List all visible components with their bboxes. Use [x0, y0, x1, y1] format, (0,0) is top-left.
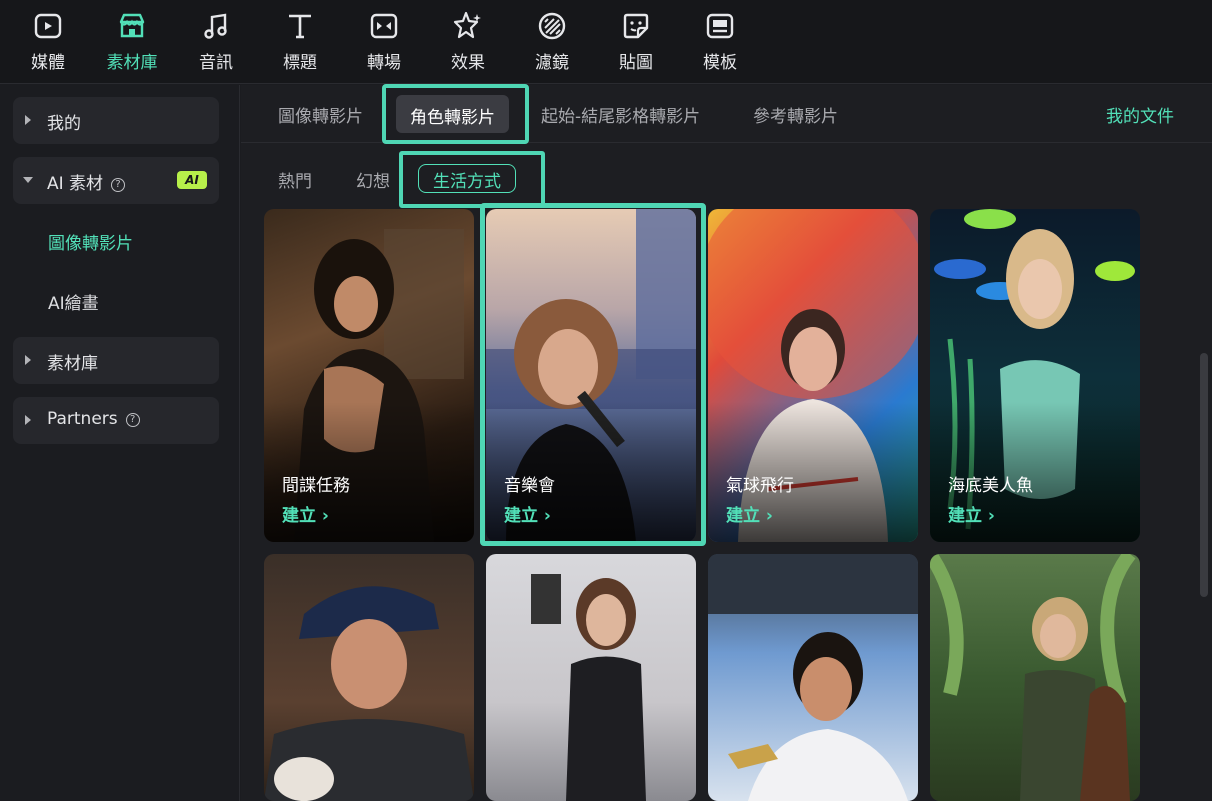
sidebar-subitem-image-to-video[interactable]: 圖像轉影片 — [48, 229, 133, 254]
toolbar-label: 音訊 — [199, 53, 233, 73]
toolbar-effects[interactable]: 效果 — [438, 10, 498, 76]
toolbar-label: 媒體 — [31, 53, 65, 73]
tab-start-end-frame[interactable]: 起始-結尾影格轉影片 — [541, 102, 700, 127]
sidebar-item-label: AI 素材 — [47, 174, 104, 194]
help-icon[interactable]: ? — [111, 178, 126, 192]
create-button[interactable]: 建立 › — [282, 501, 329, 526]
toolbar-label: 標題 — [283, 53, 317, 73]
chevron-right-icon — [25, 415, 31, 425]
sidebar-item-library[interactable]: 素材庫 — [13, 337, 219, 384]
sidebar-item-label-wrap: Partners? — [47, 409, 140, 429]
filter-fantasy[interactable]: 幻想 — [356, 167, 390, 192]
category-tabs: 圖像轉影片 角色轉影片 起始-結尾影格轉影片 參考轉影片 我的文件 — [241, 84, 1212, 144]
text-title-icon — [289, 14, 311, 39]
filter-bar: 熱門 幻想 生活方式 — [241, 151, 1212, 208]
template-card[interactable]: 音樂會 建立 › — [486, 209, 696, 542]
toolbar-titles[interactable]: 標題 — [270, 10, 330, 76]
template-card[interactable]: 海底美人魚 建立 › — [930, 209, 1140, 542]
transition-icon — [370, 13, 398, 39]
template-card[interactable]: 氣球飛行 建立 › — [708, 209, 918, 542]
toolbar-stickers[interactable]: 貼圖 — [606, 10, 666, 76]
card-thumbnail — [930, 554, 1136, 801]
sidebar-item-partners[interactable]: Partners? — [13, 397, 219, 444]
filter-lifestyle[interactable]: 生活方式 — [418, 164, 516, 193]
chevron-right-icon — [25, 355, 31, 365]
template-card[interactable] — [264, 554, 474, 801]
tab-image-to-video[interactable]: 圖像轉影片 — [278, 102, 363, 127]
toolbar-audio[interactable]: 音訊 — [186, 10, 246, 76]
filter-icon — [538, 12, 566, 40]
sidebar-subitem-ai-painting[interactable]: AI繪畫 — [48, 289, 99, 314]
create-button[interactable]: 建立 › — [726, 501, 773, 526]
toolbar-label: 轉場 — [367, 53, 401, 73]
filter-popular[interactable]: 熱門 — [278, 167, 312, 192]
toolbar-label: 素材庫 — [106, 53, 158, 73]
toolbar-label: 效果 — [451, 53, 485, 73]
main-panel: 圖像轉影片 角色轉影片 起始-結尾影格轉影片 參考轉影片 我的文件 熱門 幻想 … — [241, 84, 1212, 801]
card-title: 間諜任務 — [282, 476, 350, 496]
card-thumbnail — [708, 554, 918, 801]
my-documents-link[interactable]: 我的文件 — [1106, 102, 1174, 127]
sticker-icon — [623, 13, 649, 39]
toolbar-filters[interactable]: 濾鏡 — [522, 10, 582, 76]
chevron-right-icon — [25, 115, 31, 125]
store-icon — [119, 13, 145, 38]
template-card[interactable] — [708, 554, 918, 801]
sidebar-item-label-wrap: AI 素材? — [47, 169, 126, 194]
sidebar-item-label: 我的 — [47, 114, 81, 134]
template-icon — [706, 13, 734, 39]
toolbar-transitions[interactable]: 轉場 — [354, 10, 414, 76]
toolbar-store[interactable]: 素材庫 — [102, 10, 162, 76]
sidebar-item-label: 素材庫 — [47, 354, 98, 374]
toolbar-label: 貼圖 — [619, 53, 653, 73]
create-button[interactable]: 建立 › — [504, 501, 551, 526]
top-toolbar: 媒體 素材庫 音訊 標題 轉場 效果 濾鏡 貼圖 模板 — [0, 0, 1212, 84]
music-note-icon — [204, 13, 227, 39]
media-icon — [34, 13, 62, 39]
toolbar-media[interactable]: 媒體 — [18, 10, 78, 76]
tab-reference-to-video[interactable]: 參考轉影片 — [753, 102, 838, 127]
chevron-down-icon — [23, 177, 33, 183]
create-button[interactable]: 建立 › — [948, 501, 995, 526]
ai-badge: AI — [177, 171, 207, 189]
card-title: 音樂會 — [504, 476, 555, 496]
toolbar-templates[interactable]: 模板 — [690, 10, 750, 76]
tab-character-to-video[interactable]: 角色轉影片 — [396, 95, 509, 133]
toolbar-label: 模板 — [703, 53, 737, 73]
sidebar-item-label: Partners — [47, 409, 118, 429]
template-card[interactable] — [486, 554, 696, 801]
template-card[interactable]: 間諜任務 建立 › — [264, 209, 474, 542]
sidebar: 我的 AI 素材? AI 圖像轉影片 AI繪畫 素材庫 Partners? — [0, 85, 240, 801]
toolbar-label: 濾鏡 — [535, 53, 569, 73]
template-card[interactable] — [930, 554, 1140, 801]
effects-icon — [453, 11, 481, 39]
sidebar-item-ai-materials[interactable]: AI 素材? AI — [13, 157, 219, 204]
card-thumbnail — [531, 574, 646, 801]
card-title: 氣球飛行 — [726, 476, 794, 496]
card-thumbnail — [264, 586, 474, 801]
sidebar-item-mine[interactable]: 我的 — [13, 97, 219, 144]
help-icon[interactable]: ? — [125, 413, 140, 427]
scrollbar-thumb[interactable] — [1200, 353, 1208, 597]
card-title: 海底美人魚 — [948, 476, 1033, 496]
